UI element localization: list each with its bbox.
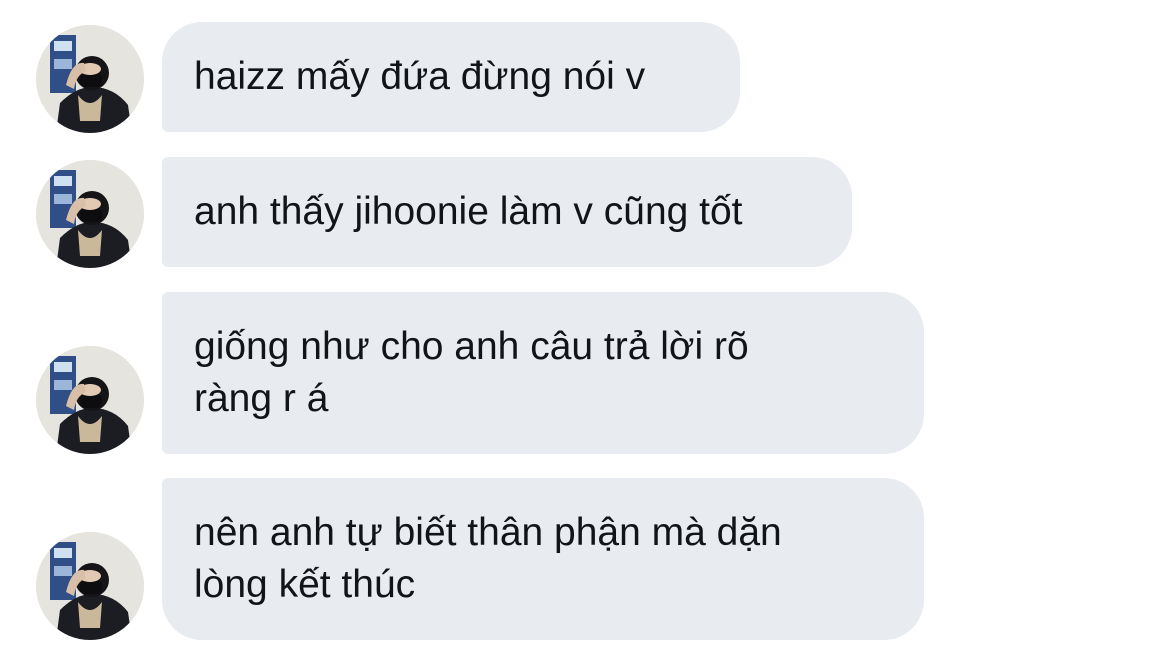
avatar-photo xyxy=(36,346,144,454)
message-bubble[interactable]: giống như cho anh câu trả lời rõ ràng r … xyxy=(162,292,924,454)
avatar[interactable] xyxy=(36,346,144,454)
avatar-photo xyxy=(36,532,144,640)
message-bubble[interactable]: nên anh tự biết thân phận mà dặn lòng kế… xyxy=(162,478,924,640)
message-bubble[interactable]: haizz mấy đứa đừng nói v xyxy=(162,22,740,132)
message-text: anh thấy jihoonie làm v cũng tốt xyxy=(194,190,743,233)
avatar[interactable] xyxy=(36,160,144,268)
message-text: giống như cho anh câu trả lời rõ ràng r … xyxy=(194,325,749,420)
avatar-photo xyxy=(36,25,144,133)
message-text: nên anh tự biết thân phận mà dặn lòng kế… xyxy=(194,511,782,606)
avatar-photo xyxy=(36,160,144,268)
avatar[interactable] xyxy=(36,25,144,133)
message-bubble[interactable]: anh thấy jihoonie làm v cũng tốt xyxy=(162,157,852,267)
avatar[interactable] xyxy=(36,532,144,640)
message-text: haizz mấy đứa đừng nói v xyxy=(194,55,646,98)
